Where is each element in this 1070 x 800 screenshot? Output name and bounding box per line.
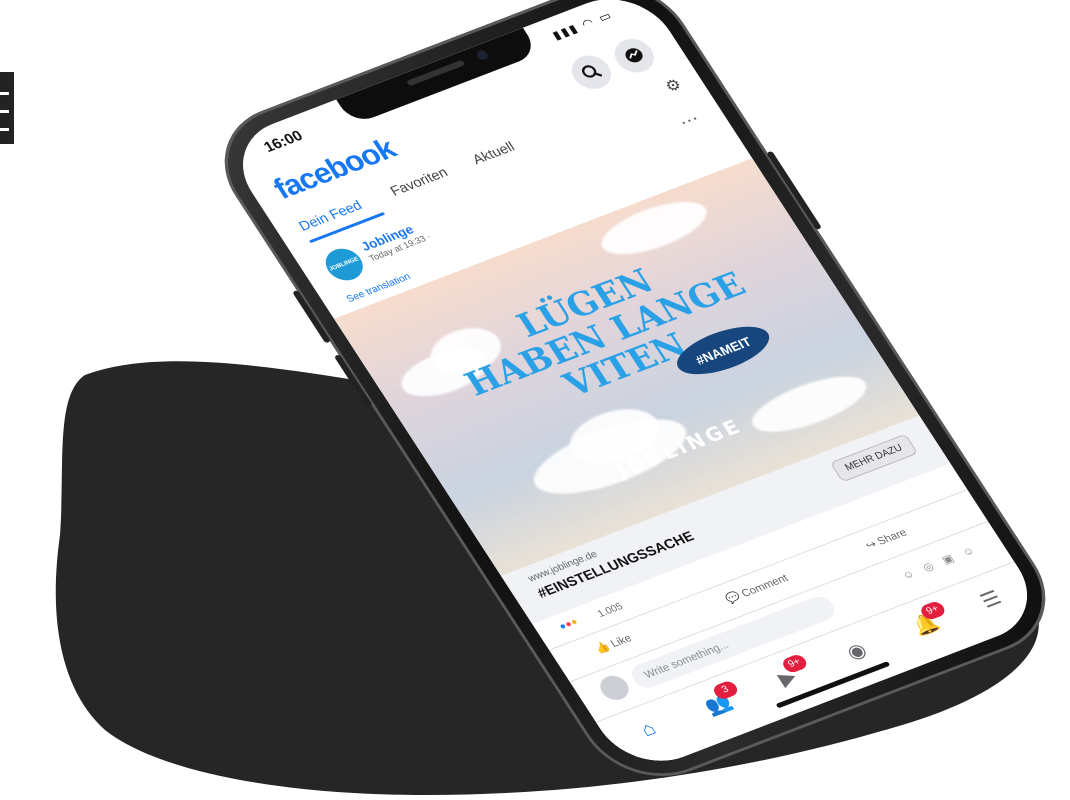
edge-mark: [0, 72, 14, 144]
nav-notifications[interactable]: 🔔 9+: [905, 599, 950, 644]
more-options-icon[interactable]: ⋯: [675, 109, 703, 133]
nav-home[interactable]: ⌂: [628, 715, 673, 751]
reaction-emojis: ●●●: [557, 617, 580, 633]
wifi-icon: ◠: [578, 14, 599, 32]
messenger-button[interactable]: [607, 33, 662, 78]
home-icon: ⌂: [636, 717, 661, 741]
tab-aktuell[interactable]: Aktuell: [469, 138, 517, 167]
nav-friends[interactable]: 👥 3: [697, 679, 742, 724]
reaction-count: 1.005: [595, 601, 626, 620]
search-button[interactable]: [564, 50, 619, 95]
comment-label: Comment: [739, 572, 791, 600]
messenger-icon: [625, 48, 643, 63]
camera: [474, 49, 490, 62]
share-button[interactable]: ↪ Share: [863, 526, 910, 552]
search-icon: [581, 65, 603, 78]
page-avatar[interactable]: JOBLINGE: [318, 243, 370, 286]
speaker: [405, 59, 466, 87]
user-avatar: [595, 672, 634, 704]
like-button[interactable]: 👍 Like: [592, 632, 634, 656]
status-icons: ▮▮▮ ◠ ▭: [550, 8, 616, 42]
signal-icon: ▮▮▮: [549, 21, 582, 43]
status-time: 16:00: [260, 127, 306, 156]
menu-icon: ☰: [976, 587, 1006, 613]
battery-icon: ▭: [595, 7, 616, 25]
profile-icon: ◉: [842, 638, 872, 665]
filter-icon[interactable]: ⚙: [661, 75, 686, 97]
share-label: Share: [875, 526, 910, 548]
nav-menu[interactable]: ☰: [970, 583, 1015, 619]
